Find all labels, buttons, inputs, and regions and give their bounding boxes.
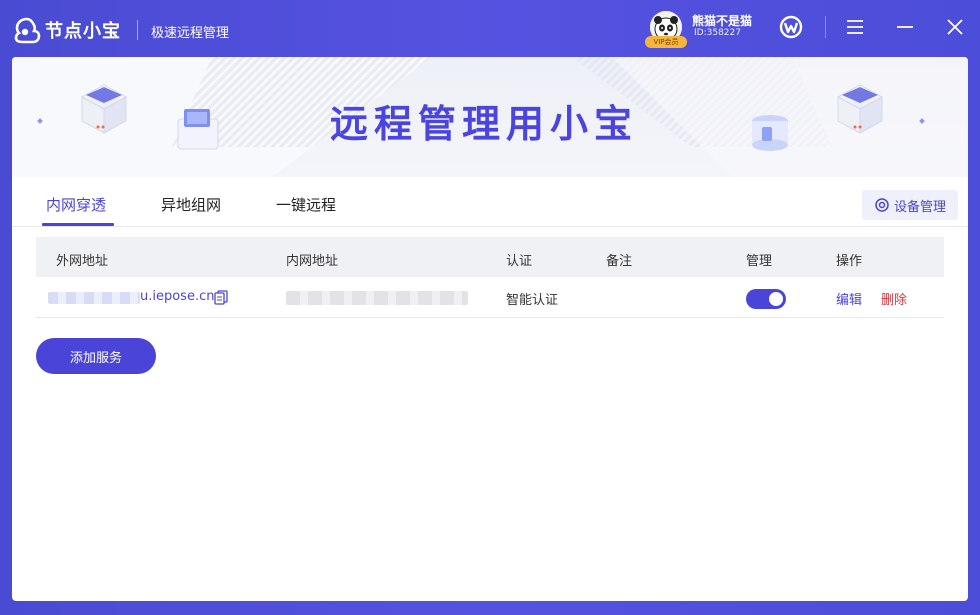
redacted-external-prefix [48, 292, 140, 304]
close-icon[interactable] [942, 14, 968, 40]
gear-icon [875, 198, 889, 212]
external-address-link[interactable]: u.iepose.cn [140, 289, 214, 304]
col-note: 备注 [606, 254, 633, 269]
col-auth: 认证 [506, 254, 533, 269]
brand-w-icon[interactable] [778, 14, 804, 40]
minimize-icon[interactable] [892, 14, 918, 40]
auth-value: 智能认证 [506, 293, 559, 308]
tab-bar: 内网穿透 异地组网 一键远程 设备管理 [12, 177, 968, 227]
manage-toggle[interactable] [746, 289, 786, 309]
copy-icon[interactable] [213, 289, 229, 305]
col-external-address: 外网地址 [56, 254, 109, 269]
main-panel: 远程管理用小宝 内网穿透 异地组网 一键远程 设备管理 外网地址 内网地址 认证… [12, 57, 968, 601]
tab-intranet-penetration[interactable]: 内网穿透 [46, 194, 106, 215]
device-management-label: 设备管理 [893, 199, 946, 215]
user-id: ID:358227 [694, 28, 741, 38]
tab-one-click-remote[interactable]: 一键远程 [276, 194, 336, 215]
edit-link[interactable]: 编辑 [836, 289, 862, 308]
add-service-button[interactable]: 添加服务 [36, 338, 156, 374]
table-header: 外网地址 内网地址 认证 备注 管理 操作 [36, 237, 944, 277]
device-management-button[interactable]: 设备管理 [862, 190, 958, 220]
logo-icon [14, 17, 41, 44]
app-window: 节点小宝 极速远程管理 VIP会员 熊猫不是猫 ID:358227 远程管理用小… [0, 0, 980, 615]
toolbar-separator [825, 16, 826, 38]
banner-title: 远程管理用小宝 [329, 102, 638, 146]
brand-name: 节点小宝 [45, 21, 121, 42]
app-subtitle: 极速远程管理 [151, 26, 230, 41]
redacted-internal-address [286, 291, 468, 305]
col-manage: 管理 [746, 254, 773, 269]
watermark-text: 值 什么值得买 [843, 579, 957, 600]
col-internal-address: 内网地址 [286, 254, 339, 269]
tab-remote-networking[interactable]: 异地组网 [161, 194, 221, 215]
title-bar: 节点小宝 极速远程管理 VIP会员 熊猫不是猫 ID:358227 [0, 0, 980, 57]
col-actions: 操作 [836, 254, 863, 269]
active-tab-indicator [42, 223, 114, 226]
watermark: 值 什么值得买 [815, 575, 957, 601]
watermark-logo-icon [815, 577, 837, 599]
delete-link[interactable]: 删除 [881, 289, 907, 308]
title-separator [137, 20, 138, 40]
toggle-knob [769, 292, 783, 306]
table-row: u.iepose.cn 智能认证 编辑 删除 [36, 277, 944, 318]
user-name: 熊猫不是猫 [692, 14, 753, 28]
banner: 远程管理用小宝 [12, 57, 968, 177]
vip-badge: VIP会员 [645, 36, 687, 48]
menu-icon[interactable] [842, 14, 868, 40]
